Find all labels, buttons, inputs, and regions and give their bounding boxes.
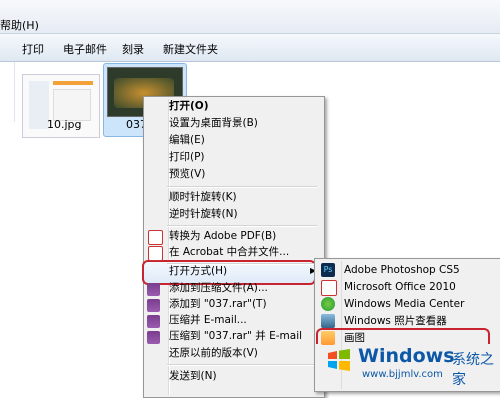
menu-item-rotate-ccw[interactable]: 逆时针旋转(N) [169,206,238,222]
pdf-icon [148,230,163,245]
winrar-icon [147,331,160,344]
photo-viewer-icon [321,314,335,328]
menu-item-preview[interactable]: 预览(V) [169,166,205,182]
menu-help[interactable]: 帮助(H) [0,17,39,33]
menu-separator [167,186,317,188]
watermark: Windows 系统之家 www.bjjmlv.com [326,343,496,388]
menu-item-add-rar[interactable]: 添加到 "037.rar"(T) [169,296,267,312]
media-center-icon [321,297,335,311]
menu-item-compress-email[interactable]: 压缩并 E-mail... [169,312,247,328]
photoshop-icon: Ps [321,263,335,277]
new-folder-button[interactable]: 新建文件夹 [163,41,218,57]
acrobat-icon [148,246,163,261]
menu-separator [167,225,317,227]
menu-item-open-with[interactable]: 打开方式(H) [169,263,227,279]
menu-item-convert-pdf[interactable]: 转换为 Adobe PDF(B) [169,228,276,244]
submenu-item-photo-viewer[interactable]: Windows 照片查看器 [344,313,447,329]
paint-highlight [316,328,490,344]
menu-separator [167,364,317,366]
office-icon [321,280,337,296]
watermark-url: www.bjjmlv.com [362,369,443,380]
watermark-brand: Windows [358,345,455,367]
file-name[interactable]: 10.jpg [47,118,82,131]
menu-item-acrobat-merge[interactable]: 在 Acrobat 中合并文件... [169,244,289,260]
submenu-item-media-center[interactable]: Windows Media Center [344,296,464,312]
menu-item-open[interactable]: 打开(O) [169,98,209,114]
menu-item-restore-versions[interactable]: 还原以前的版本(V) [169,345,258,361]
winrar-icon [147,299,160,312]
submenu-item-photoshop[interactable]: Adobe Photoshop CS5 [344,262,460,278]
menu-bar: 帮助(H) [0,0,500,34]
winrar-icon [147,315,160,328]
navigation-pane [0,62,15,122]
email-button[interactable]: 电子邮件 [63,41,107,57]
toolbar: 打印 电子邮件 刻录 新建文件夹 [0,34,500,62]
menu-item-edit[interactable]: 编辑(E) [169,132,205,148]
winrar-icon [147,283,160,296]
menu-item-set-wallpaper[interactable]: 设置为桌面背景(B) [169,115,258,131]
watermark-cn: 系统之家 [452,352,494,388]
menu-item-compress-rar-email[interactable]: 压缩到 "037.rar" 并 E-mail [169,328,302,344]
submenu-item-paint[interactable]: 画图 [344,330,365,342]
submenu-item-office[interactable]: Microsoft Office 2010 [344,279,456,295]
menu-item-add-archive[interactable]: 添加到压缩文件(A)... [169,280,268,296]
menu-item-send-to[interactable]: 发送到(N) [169,368,217,384]
menu-item-print[interactable]: 打印(P) [169,149,205,165]
print-button[interactable]: 打印 [22,41,44,57]
burn-button[interactable]: 刻录 [122,41,144,57]
windows-logo-icon [328,349,350,371]
menu-item-rotate-cw[interactable]: 顺时针旋转(K) [169,189,237,205]
